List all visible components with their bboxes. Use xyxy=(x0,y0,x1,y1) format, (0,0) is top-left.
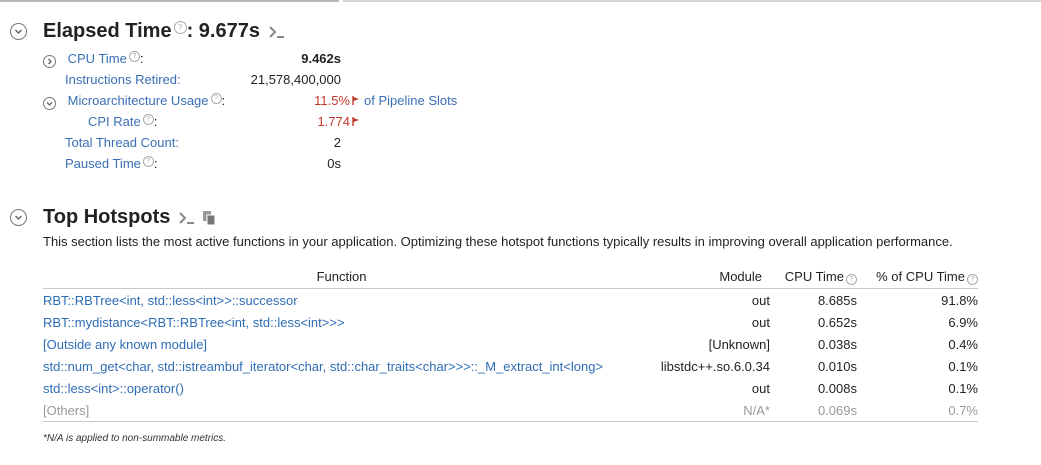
help-icon[interactable]: ? xyxy=(210,93,222,104)
pct-cpu-time-cell: 0.1% xyxy=(948,358,978,374)
help-icon[interactable]: ? xyxy=(173,21,187,34)
help-icon[interactable]: ? xyxy=(128,51,140,62)
warning-flag-icon xyxy=(352,117,359,126)
top-hotspots-title: Top Hotspots xyxy=(43,206,171,228)
instructions-retired-value: 21,578,400,000 xyxy=(250,72,341,87)
cpu-time-cell: 0.652s xyxy=(817,314,857,330)
terminal-icon[interactable] xyxy=(178,211,196,225)
instructions-retired-row: Instructions Retired: xyxy=(65,72,181,87)
cpu-time-row: CPU Time?: xyxy=(43,51,143,68)
paused-time-value: 0s xyxy=(327,156,341,171)
table-row-others: [Others] N/A* 0.069s 0.7% xyxy=(43,399,978,422)
pipeline-slots-link[interactable]: of Pipeline Slots xyxy=(364,93,457,108)
table-row: [Outside any known module] [Unknown] 0.0… xyxy=(43,333,978,355)
module-cell: N/A* xyxy=(640,399,770,422)
microarchitecture-usage-label[interactable]: Microarchitecture Usage xyxy=(68,93,209,108)
table-row: std::num_get<char, std::istreambuf_itera… xyxy=(43,355,978,377)
pct-cpu-time-cell: 6.9% xyxy=(948,314,978,330)
cpu-time-cell: 0.008s xyxy=(817,380,857,396)
column-header-cpu-time[interactable]: CPU Time? xyxy=(770,265,857,289)
paused-time-label[interactable]: Paused Time xyxy=(65,156,141,171)
table-header-row: Function Module CPU Time? % of CPU Time? xyxy=(43,265,978,289)
footnote: *N/A is applied to non-summable metrics. xyxy=(43,433,227,444)
warning-flag-icon xyxy=(352,96,359,105)
column-header-pct-cpu-time[interactable]: % of CPU Time? xyxy=(857,265,978,289)
cpi-rate-number: 1.774 xyxy=(317,114,350,129)
total-thread-count-value: 2 xyxy=(333,135,341,150)
total-thread-count-label[interactable]: Total Thread Count: xyxy=(65,135,179,150)
module-cell: out xyxy=(751,314,770,330)
help-icon[interactable]: ? xyxy=(142,114,154,125)
module-cell: out xyxy=(751,380,770,396)
pct-cpu-time-cell: 0.1% xyxy=(948,380,978,396)
cpu-time-value: 9.462s xyxy=(301,51,341,66)
function-link[interactable]: RBT::RBTree<int, std::less<int>>::succes… xyxy=(43,289,640,312)
function-link[interactable]: RBT::mydistance<RBT::RBTree<int, std::le… xyxy=(43,311,640,333)
copy-icon[interactable] xyxy=(202,210,216,226)
pct-cpu-time-cell: 0.4% xyxy=(948,336,978,352)
cpi-rate-value: 1.774 xyxy=(270,114,360,129)
instructions-retired-label[interactable]: Instructions Retired: xyxy=(65,72,181,87)
microarchitecture-usage-row: Microarchitecture Usage?: xyxy=(43,93,225,110)
total-thread-count-row: Total Thread Count: xyxy=(65,135,179,150)
tab-underline xyxy=(343,0,1041,2)
column-header-module[interactable]: Module xyxy=(640,265,770,289)
microarchitecture-usage-number: 11.5% xyxy=(314,93,350,108)
cpu-time-header-label: CPU Time xyxy=(784,268,844,284)
help-icon[interactable]: ? xyxy=(142,156,154,167)
top-hotspots-header[interactable]: Top Hotspots xyxy=(10,206,216,229)
terminal-icon[interactable] xyxy=(268,25,286,39)
module-cell: libstdc++.so.6.0.34 xyxy=(660,358,770,374)
table-row: std::less<int>::operator() out 0.008s 0.… xyxy=(43,377,978,399)
elapsed-time-header[interactable]: Elapsed Time ? : 9.677s xyxy=(10,20,286,43)
elapsed-time-title: Elapsed Time xyxy=(43,20,172,42)
expand-chevron-icon[interactable] xyxy=(43,55,56,68)
others-cell: [Others] xyxy=(43,399,640,422)
cpu-time-label[interactable]: CPU Time xyxy=(68,51,127,66)
collapse-chevron-icon[interactable] xyxy=(43,97,56,110)
collapse-chevron-icon[interactable] xyxy=(10,209,27,226)
function-link[interactable]: std::less<int>::operator() xyxy=(43,377,640,399)
function-link[interactable]: std::num_get<char, std::istreambuf_itera… xyxy=(43,355,640,377)
function-link[interactable]: [Outside any known module] xyxy=(43,333,640,355)
module-cell: [Unknown] xyxy=(708,336,770,352)
module-cell: out xyxy=(751,292,770,308)
cpu-time-cell: 0.010s xyxy=(817,358,857,374)
column-header-function[interactable]: Function xyxy=(43,265,640,289)
hotspots-description: This section lists the most active funct… xyxy=(43,234,953,249)
help-icon[interactable]: ? xyxy=(846,273,857,285)
pct-cpu-time-cell: 91.8% xyxy=(941,292,978,308)
table-row: RBT::RBTree<int, std::less<int>>::succes… xyxy=(43,289,978,312)
cpu-time-cell: 8.685s xyxy=(817,292,857,308)
pct-cpu-time-header-label: % of CPU Time xyxy=(876,268,965,284)
cpi-rate-row: CPI Rate?: xyxy=(88,114,158,129)
tab-underline-active xyxy=(0,0,339,2)
cpu-time-cell: 0.038s xyxy=(817,336,857,352)
microarchitecture-usage-value: 11.5% xyxy=(270,93,360,108)
paused-time-row: Paused Time?: xyxy=(65,156,158,171)
table-row: RBT::mydistance<RBT::RBTree<int, std::le… xyxy=(43,311,978,333)
cpi-rate-label[interactable]: CPI Rate xyxy=(88,114,141,129)
cpu-time-cell: 0.069s xyxy=(770,399,857,422)
elapsed-time-value: : 9.677s xyxy=(186,20,260,42)
collapse-chevron-icon[interactable] xyxy=(10,23,27,40)
pct-cpu-time-cell: 0.7% xyxy=(857,399,978,422)
help-icon[interactable]: ? xyxy=(967,273,978,285)
hotspots-table: Function Module CPU Time? % of CPU Time?… xyxy=(43,265,978,422)
